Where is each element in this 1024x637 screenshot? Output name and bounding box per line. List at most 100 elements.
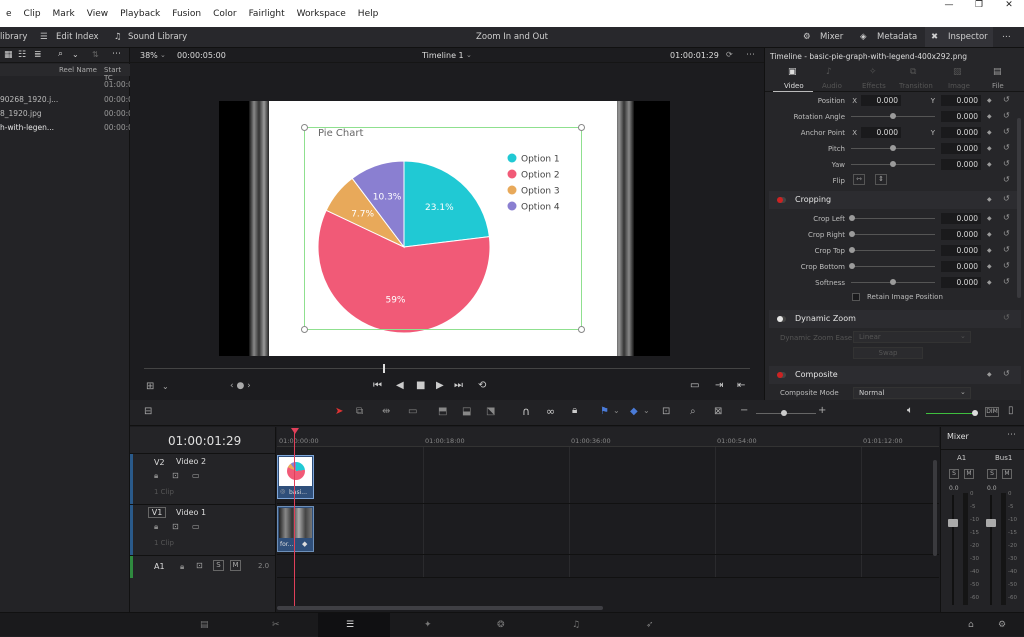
keyframe-icon[interactable]: ◆ — [987, 161, 992, 168]
tab-file[interactable]: File — [992, 82, 1004, 90]
metadata-icon[interactable]: ◈ — [860, 32, 867, 42]
timeline-vscrollbar[interactable] — [933, 460, 937, 556]
audio-tab-icon[interactable]: ♪ — [826, 67, 832, 77]
cut-page-icon[interactable]: ✂ — [272, 620, 280, 630]
position-y-field[interactable]: 0.000 — [941, 95, 981, 106]
selection-tool-icon[interactable]: ➤ — [335, 406, 343, 417]
auto-select-icon[interactable]: ⊡ — [172, 522, 179, 531]
solo-button[interactable]: S — [987, 469, 997, 479]
keyframe-icon[interactable]: ◆ — [987, 97, 992, 104]
tab-effects[interactable]: Effects — [862, 82, 886, 90]
dim-button[interactable]: DIM — [985, 407, 999, 417]
solo-button[interactable]: S — [213, 560, 224, 571]
jump-end-icon[interactable]: ⏭ — [454, 380, 463, 391]
fader-knob-a1[interactable] — [948, 519, 958, 527]
mute-button[interactable]: M — [230, 560, 241, 571]
more-options-icon[interactable]: ⋯ — [1007, 430, 1016, 440]
keyframe-icon[interactable]: ◆ — [987, 113, 992, 120]
pitch-slider-knob[interactable] — [890, 145, 896, 151]
scrubber-playhead[interactable] — [383, 364, 385, 373]
crop-top-slider[interactable] — [851, 250, 935, 251]
reset-icon[interactable]: ↺ — [1003, 194, 1010, 203]
inspector-button[interactable]: Inspector — [948, 32, 988, 42]
insert-clip-icon[interactable]: ⬒ — [438, 406, 447, 417]
keyframe-icon[interactable]: ◆ — [987, 247, 992, 254]
overwrite-clip-icon[interactable]: ⬓ — [462, 406, 471, 417]
track-name[interactable]: Video 1 — [176, 508, 206, 517]
transform-handle[interactable] — [301, 124, 308, 131]
fusion-page-icon[interactable]: ✦ — [424, 620, 432, 630]
keyframe-icon[interactable]: ◆ — [302, 540, 307, 548]
cropping-section-header[interactable]: Cropping ◆ ↺ — [769, 191, 1021, 209]
list-item[interactable]: 90268_1920.j... 00:00:0 — [0, 92, 133, 106]
video-tab-icon[interactable]: ▣ — [788, 67, 797, 77]
viewer-scrubber[interactable] — [144, 368, 750, 369]
composite-toggle[interactable] — [777, 372, 786, 378]
keyframe-icon[interactable]: ◆ — [987, 215, 992, 222]
play-icon[interactable]: ▶ — [436, 380, 444, 391]
menu-item[interactable]: Mark — [47, 9, 81, 19]
replace-clip-icon[interactable]: ⬔ — [486, 406, 495, 417]
viewer-options-icon[interactable]: ⊞ — [146, 381, 154, 392]
close-icon[interactable]: ✕ — [994, 0, 1024, 14]
yaw-slider-knob[interactable] — [890, 161, 896, 167]
keyframe-icon[interactable]: ◆ — [987, 196, 992, 203]
crop-left-field[interactable]: 0.000 — [941, 213, 981, 224]
reset-icon[interactable]: ↺ — [1003, 245, 1010, 254]
dynamic-trim-icon[interactable]: ⇹ — [382, 406, 390, 417]
crop-bottom-field[interactable]: 0.000 — [941, 261, 981, 272]
more-options-icon[interactable]: ⋯ — [746, 50, 755, 60]
trim-tool-icon[interactable]: ⧉ — [356, 406, 363, 417]
timeline-clip-v1[interactable]: for... ◆ — [277, 506, 314, 552]
keyframe-icon[interactable]: ◆ — [987, 279, 992, 286]
timeline-tracks-area[interactable]: 01:00:00:00 01:00:18:00 01:00:36:00 01:0… — [277, 427, 939, 612]
list-view-icon[interactable]: ☷ — [18, 50, 26, 60]
menu-item[interactable]: Fusion — [166, 9, 207, 19]
list-item[interactable]: 01:00:0 — [0, 77, 133, 91]
thumbnail-view-icon[interactable]: ▦ — [4, 50, 13, 60]
composite-section-header[interactable]: Composite ◆ ↺ — [769, 366, 1021, 384]
chevron-down-icon[interactable]: ⌄ — [466, 51, 472, 59]
zoom-in-icon[interactable]: + — [818, 405, 826, 416]
lock-track-icon[interactable]: 🔒︎ — [154, 471, 158, 481]
speed-icon[interactable]: ⟳ — [726, 50, 733, 59]
tab-transition[interactable]: Transition — [899, 82, 933, 90]
timeline-ruler[interactable]: 01:00:00:00 01:00:18:00 01:00:36:00 01:0… — [277, 427, 939, 447]
transform-handle[interactable] — [301, 326, 308, 333]
reset-icon[interactable]: ↺ — [1003, 95, 1010, 104]
position-lock-icon[interactable]: 🔒︎ — [572, 405, 577, 416]
menu-item[interactable]: Playback — [114, 9, 166, 19]
chevron-down-icon[interactable]: ⌄ — [72, 50, 79, 59]
mixer-icon[interactable]: ⚙ — [803, 32, 811, 42]
track-visibility-icon[interactable]: ▭ — [192, 522, 200, 531]
reset-icon[interactable]: ↺ — [1003, 277, 1010, 286]
linked-selection-icon[interactable]: ∞ — [546, 405, 555, 418]
cropping-toggle[interactable] — [777, 197, 786, 203]
crop-bottom-slider[interactable] — [851, 266, 935, 267]
settings-gear-icon[interactable]: ⚙ — [998, 620, 1006, 630]
reset-icon[interactable]: ↺ — [1003, 143, 1010, 152]
volume-icon[interactable]: 🔈︎ — [907, 405, 913, 416]
crop-right-knob[interactable] — [849, 231, 855, 237]
keyframe-icon[interactable]: ◆ — [987, 231, 992, 238]
timeline-view-options-icon[interactable]: ⊟ — [144, 406, 152, 417]
dz-ease-dropdown[interactable]: Linear ⌄ — [853, 331, 971, 343]
crop-top-field[interactable]: 0.000 — [941, 245, 981, 256]
flip-vertical-icon[interactable]: ⇕ — [875, 174, 887, 185]
minimize-icon[interactable]: — — [934, 0, 964, 14]
tab-video[interactable]: Video — [784, 82, 804, 90]
snapping-icon[interactable]: ∩ — [522, 405, 530, 418]
blade-tool-icon[interactable]: ▭ — [408, 406, 417, 417]
rotation-angle-field[interactable]: 0.000 — [941, 111, 981, 122]
fader-knob-bus1[interactable] — [986, 519, 996, 527]
transform-handle[interactable] — [578, 326, 585, 333]
menu-item[interactable]: e — [0, 9, 18, 19]
list-item[interactable]: 8_1920.jpg 00:00:0 — [0, 106, 133, 120]
transform-bounding-box[interactable] — [304, 127, 582, 330]
image-tab-icon[interactable]: ▧ — [953, 67, 962, 77]
reset-icon[interactable]: ↺ — [1003, 229, 1010, 238]
mixer-button[interactable]: Mixer — [820, 32, 843, 42]
reset-icon[interactable]: ↺ — [1003, 213, 1010, 222]
tab-audio[interactable]: Audio — [822, 82, 842, 90]
dynamic-zoom-section-header[interactable]: Dynamic Zoom ↺ — [769, 310, 1021, 328]
